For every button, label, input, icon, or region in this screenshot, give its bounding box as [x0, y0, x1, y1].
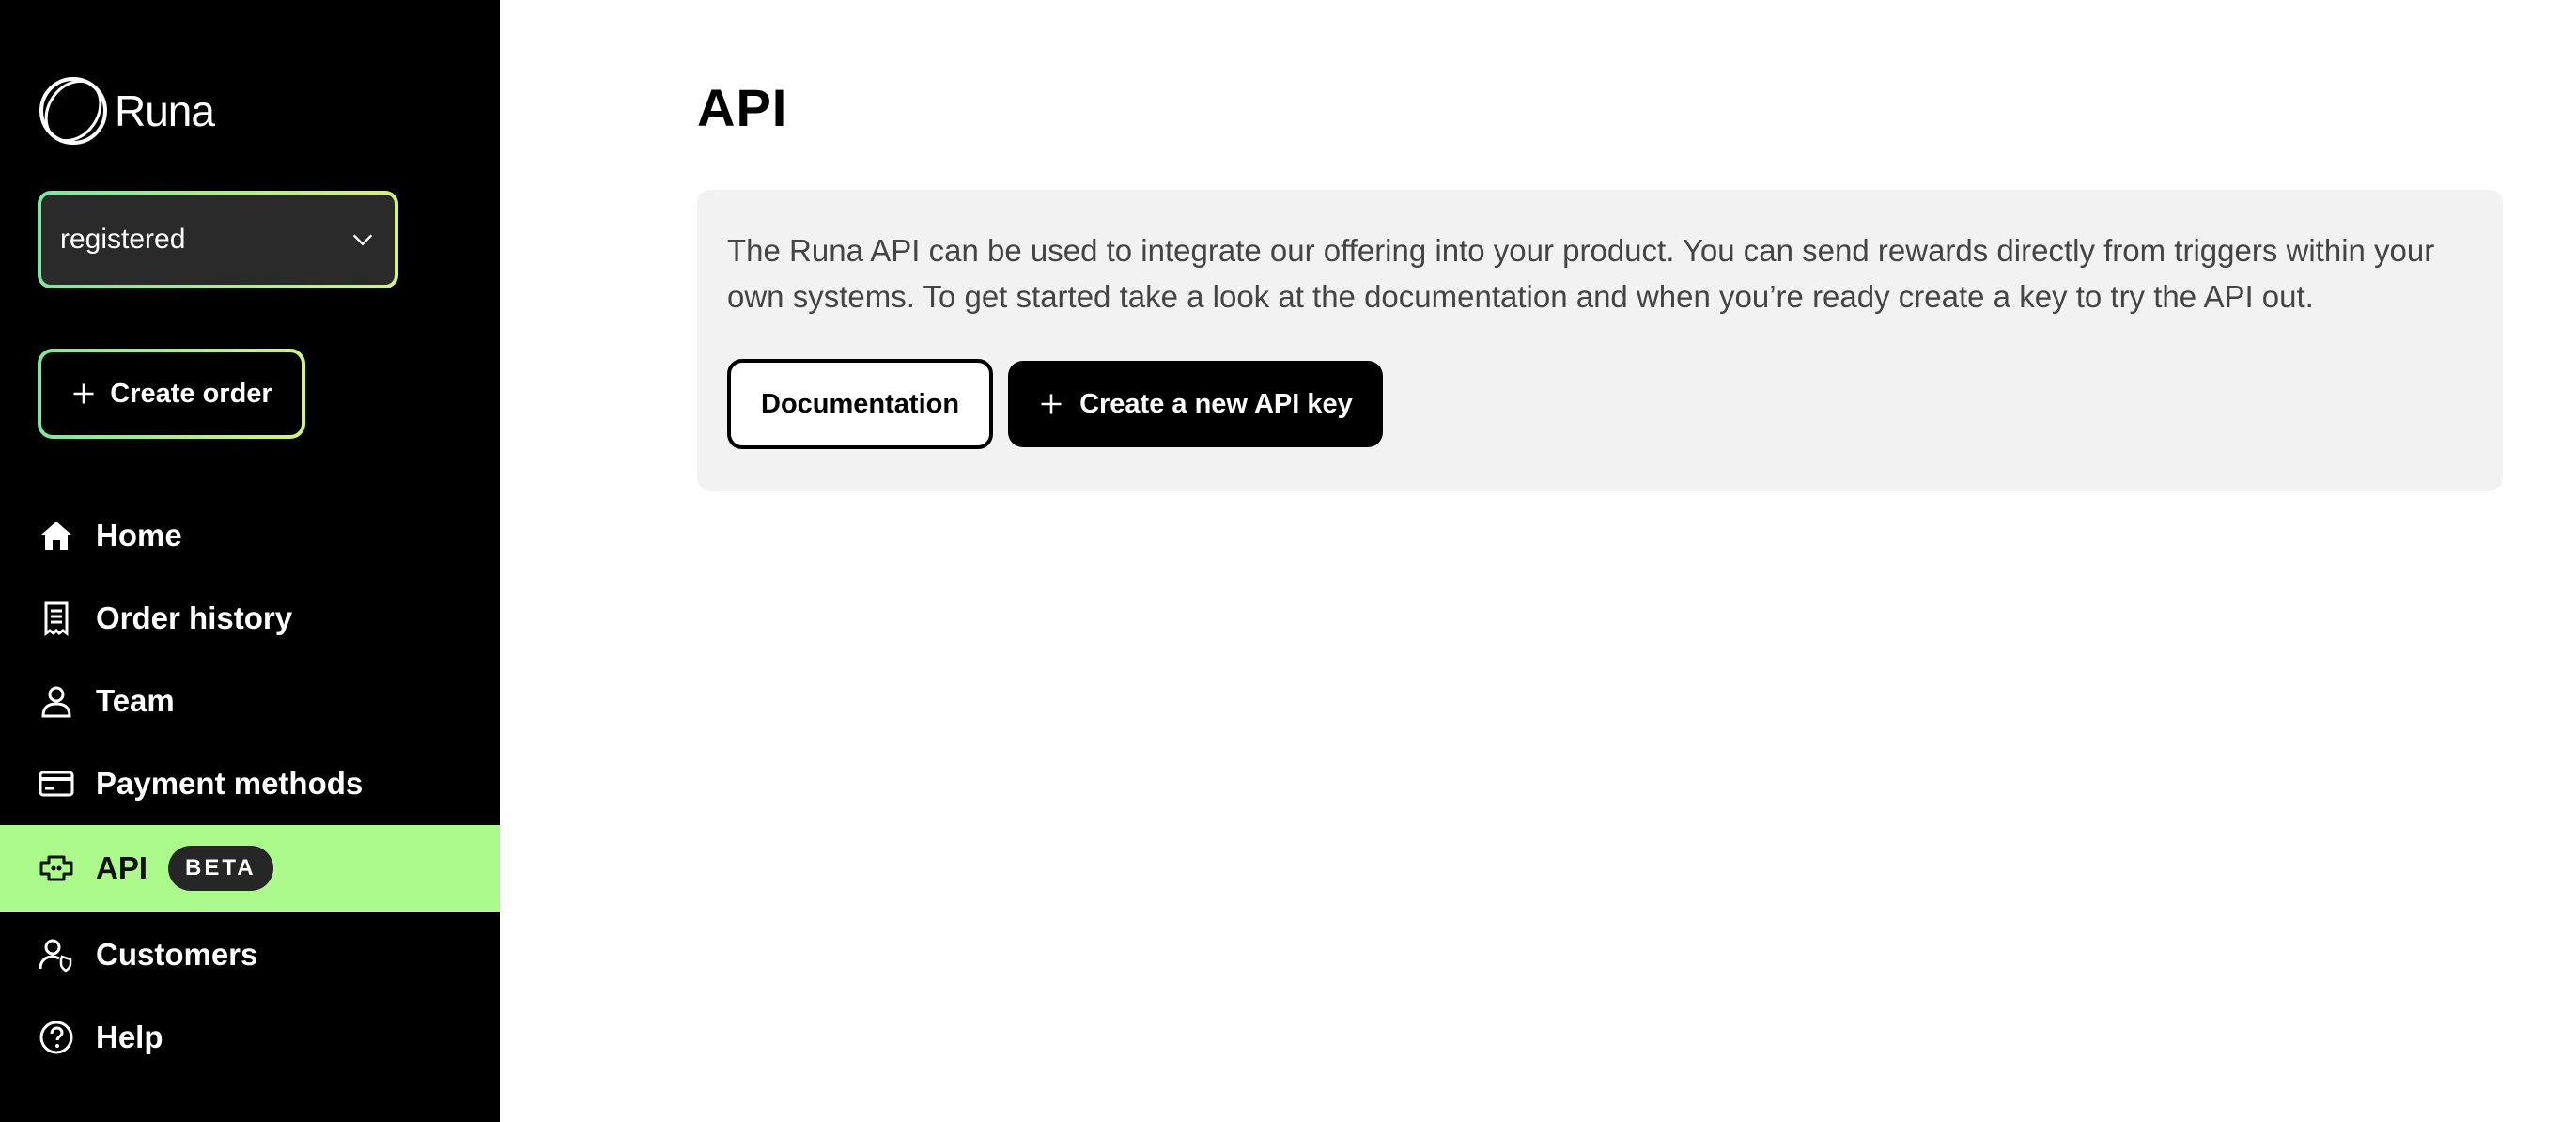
plus-icon [1041, 394, 1062, 414]
sidebar-item-customers[interactable]: Customers [0, 913, 500, 996]
sidebar-item-label: API [96, 850, 148, 885]
create-api-key-label: Create a new API key [1079, 388, 1353, 419]
sidebar-item-label: Payment methods [96, 766, 364, 801]
sidebar-item-team[interactable]: Team [0, 660, 500, 742]
create-api-key-button[interactable]: Create a new API key [1008, 361, 1383, 447]
beta-badge: BETA [168, 846, 273, 891]
sidebar-item-label: Home [96, 518, 182, 553]
sidebar-item-order-history[interactable]: Order history [0, 577, 500, 660]
main-content: API The Runa API can be used to integrat… [500, 0, 2576, 1122]
runa-logo[interactable]: Runa [38, 75, 215, 147]
page-title: API [697, 78, 788, 137]
sidebar-item-home[interactable]: Home [0, 494, 500, 577]
organization-select-value: registered [60, 224, 186, 255]
chevron-down-icon [352, 234, 373, 246]
receipt-icon [44, 601, 69, 636]
logo-text: Runa [115, 86, 215, 135]
create-order-label: Create order [110, 378, 272, 409]
person-icon [41, 686, 71, 718]
documentation-button[interactable]: Documentation [727, 359, 994, 449]
sidebar-item-label: Order history [96, 600, 293, 635]
help-icon [39, 1021, 73, 1054]
plus-icon [73, 383, 94, 404]
organization-select[interactable]: registered [38, 191, 398, 288]
api-description: The Runa API can be used to integrate ou… [727, 233, 2435, 314]
sidebar-item-payment-methods[interactable]: Payment methods [0, 742, 500, 825]
plug-icon [39, 855, 73, 881]
runa-logo-icon [39, 77, 107, 145]
sidebar-item-label: Customers [96, 937, 258, 972]
api-info-card: The Runa API can be used to integrate ou… [697, 190, 2503, 491]
sidebar-item-label: Team [96, 683, 175, 718]
sidebar-item-api[interactable]: API BETA [0, 825, 500, 912]
sidebar-item-label: Help [96, 1020, 163, 1054]
sidebar: Runa registered Create order Home Order … [0, 0, 500, 1122]
api-actions: Documentation Create a new API key [727, 359, 2473, 449]
sidebar-nav: Home Order history Team Payment methods [0, 494, 500, 1079]
customer-icon [39, 939, 72, 973]
sidebar-item-help[interactable]: Help [0, 996, 500, 1079]
home-icon [41, 522, 71, 550]
create-order-button[interactable]: Create order [38, 349, 305, 439]
card-icon [39, 771, 74, 797]
